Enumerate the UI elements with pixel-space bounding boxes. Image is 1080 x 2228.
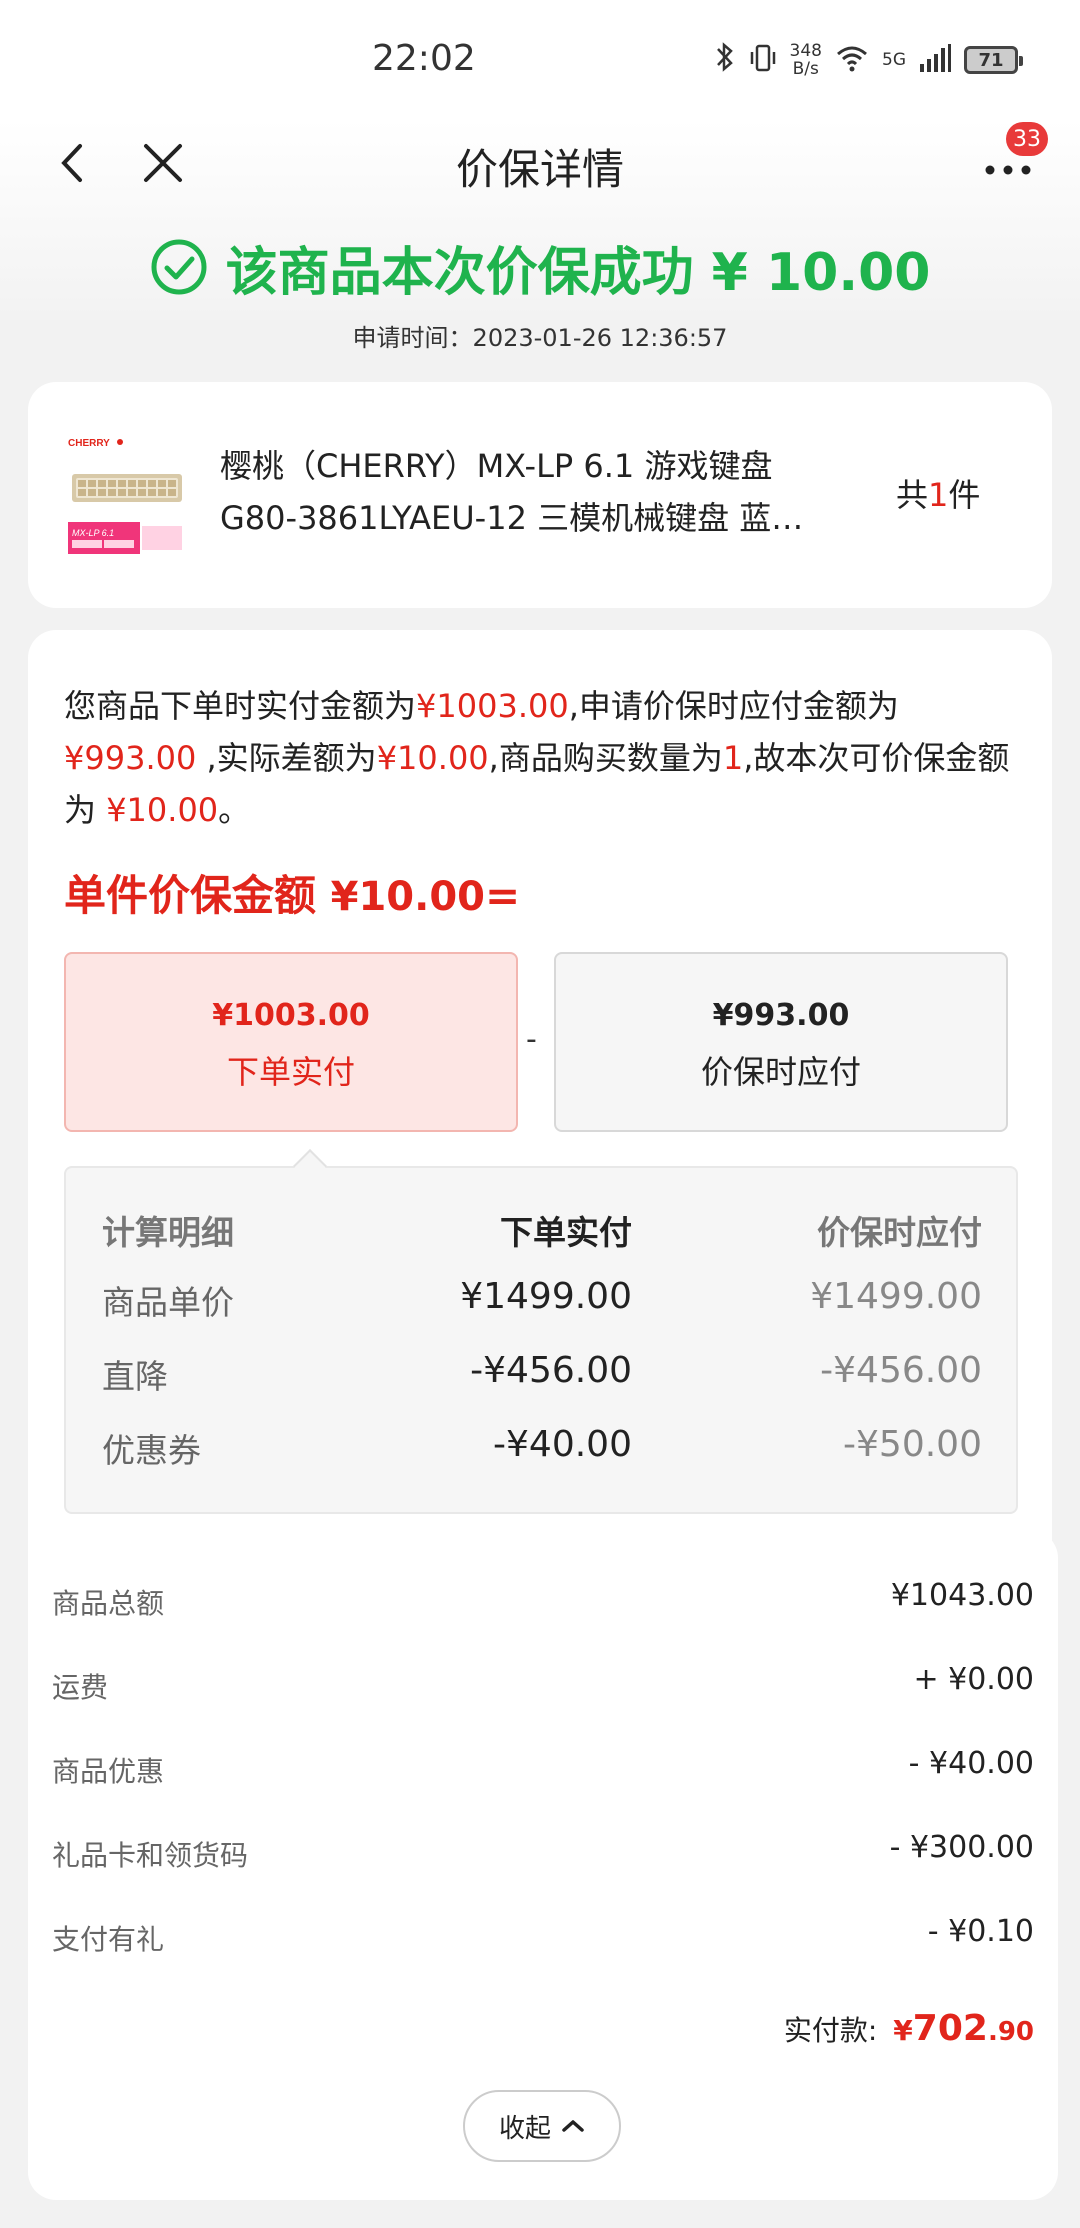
- paid-total: 实付款: ¥702.90: [784, 2008, 1034, 2049]
- summary-row-total: 商品总额 ¥1043.00: [52, 1578, 1034, 1620]
- battery-icon: 71: [964, 46, 1023, 74]
- summary-row-gift-card: 礼品卡和领货码 - ¥300.00: [52, 1830, 1034, 1872]
- vibrate-icon: [748, 42, 778, 78]
- product-title-line2: G80-3861LYAEU-12 三模机械键盘 蓝…: [220, 499, 804, 537]
- net-speed: 348 B/s: [789, 41, 822, 79]
- protect-pay-box[interactable]: ¥993.00 价保时应付: [554, 952, 1008, 1132]
- product-title: 樱桃（CHERRY）MX-LP 6.1 游戏键盘 G80-3861LYAEU-1…: [220, 440, 880, 544]
- calc-row-direct-discount: 直降 -¥456.00 -¥456.00: [102, 1350, 982, 1396]
- collapse-label: 收起: [498, 2113, 551, 2144]
- signal-icon: [918, 42, 952, 78]
- order-paid-amount: ¥1003.00: [212, 998, 370, 1033]
- page-title: 价保详情: [455, 145, 624, 194]
- product-quantity: 共1件: [896, 476, 981, 514]
- notification-badge: 33: [1006, 122, 1048, 156]
- protect-pay-label: 价保时应付: [700, 1053, 861, 1091]
- paid-total-value: ¥702.90: [893, 2008, 1034, 2049]
- status-bar: 22:02 348 B/s 5G 71: [0, 0, 1080, 120]
- summary-row-pay-gift: 支付有礼 - ¥0.10: [52, 1914, 1034, 1956]
- calculation-detail-panel: 计算明细 下单实付 价保时应付 商品单价 ¥1499.00 ¥1499.00 直…: [64, 1166, 1018, 1514]
- success-text: 该商品本次价保成功 ¥ 10.00: [225, 242, 931, 303]
- calc-header-paid: 下单实付: [500, 1213, 632, 1252]
- collapse-button[interactable]: 收起: [463, 2090, 621, 2162]
- thumb-model: MX-LP 6.1: [72, 528, 114, 538]
- calc-header-title: 计算明细: [102, 1213, 234, 1252]
- order-summary-card: 商品总额 ¥1043.00 运费 + ¥0.00 商品优惠 - ¥40.00 礼…: [28, 1530, 1058, 2200]
- unit-protect-amount: 单件价保金额 ¥10.00=: [64, 871, 521, 920]
- summary-row-discount: 商品优惠 - ¥40.00: [52, 1746, 1034, 1788]
- status-icons: 348 B/s 5G 71: [714, 38, 1023, 82]
- explanation-text: 您商品下单时实付金额为¥1003.00,申请价保时应付金额为 ¥993.00 ,实…: [64, 687, 1010, 829]
- apply-time: 申请时间：2023-01-26 12:36:57: [352, 324, 728, 352]
- status-time: 22:02: [372, 38, 476, 79]
- calc-header-row: 计算明细 下单实付 价保时应付: [102, 1206, 982, 1266]
- check-circle-icon: [150, 238, 208, 296]
- product-thumbnail: CHERRY MX-LP 6.1: [64, 430, 224, 560]
- thumb-brand: CHERRY: [68, 438, 110, 449]
- order-paid-label: 下单实付: [226, 1053, 355, 1091]
- product-title-line1: 樱桃（CHERRY）MX-LP 6.1 游戏键盘: [220, 447, 773, 485]
- summary-row-shipping: 运费 + ¥0.00: [52, 1662, 1034, 1704]
- protect-pay-amount: ¥993.00: [712, 998, 850, 1033]
- calc-row-unit-price: 商品单价 ¥1499.00 ¥1499.00: [102, 1276, 982, 1322]
- success-banner: 该商品本次价保成功 ¥ 10.00: [0, 232, 1080, 303]
- calc-row-coupon: 优惠券 -¥40.00 -¥50.00: [102, 1424, 982, 1470]
- calc-header-protect: 价保时应付: [817, 1213, 982, 1252]
- chevron-up-icon: [561, 2111, 585, 2141]
- wifi-icon: [834, 42, 870, 78]
- minus-sign: -: [526, 1022, 537, 1057]
- product-card[interactable]: CHERRY MX-LP 6.1 樱桃（CHERRY）MX-LP 6.1 游戏键…: [28, 382, 1052, 608]
- order-paid-box[interactable]: ¥1003.00 下单实付: [64, 952, 518, 1132]
- bluetooth-icon: [714, 41, 736, 80]
- paid-total-label: 实付款:: [783, 2014, 878, 2047]
- network-type: 5G: [882, 50, 906, 70]
